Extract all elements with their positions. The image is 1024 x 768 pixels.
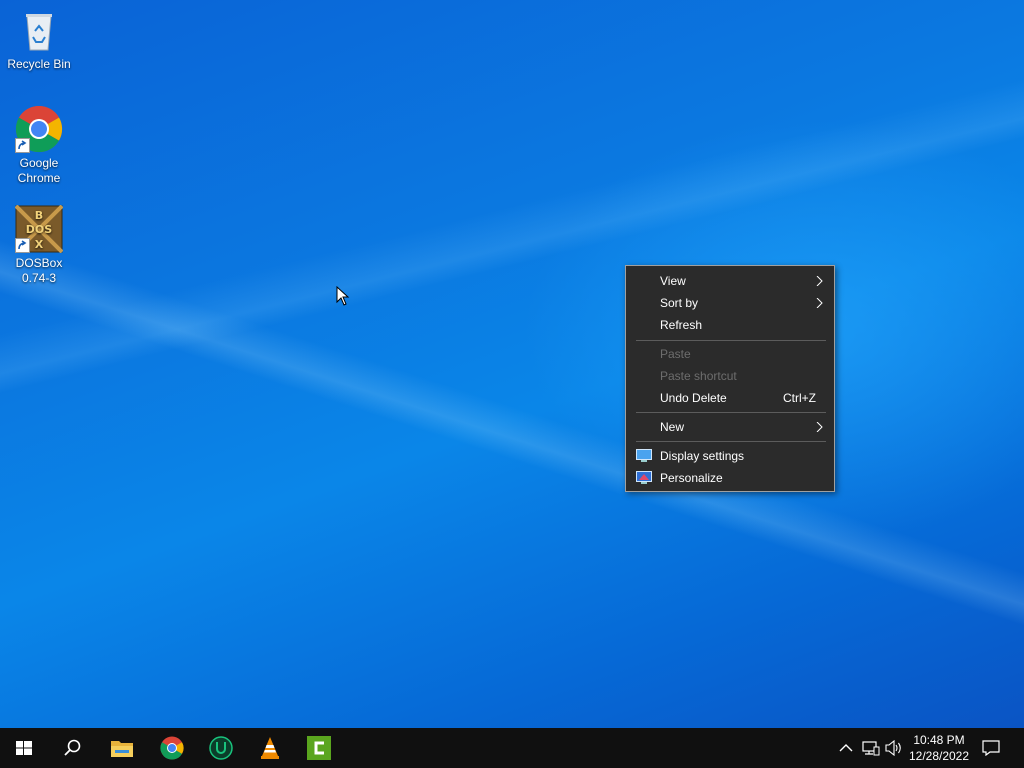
menu-item-label: Paste [660, 347, 691, 361]
google-chrome-shortcut[interactable]: Google Chrome [4, 105, 74, 186]
clock-time: 10:48 PM [913, 733, 965, 747]
svg-text:X: X [35, 238, 44, 251]
start-button[interactable] [0, 728, 48, 768]
mouse-cursor [336, 285, 350, 306]
clock[interactable]: 10:48 PM 12/28/2022 [904, 732, 974, 764]
menu-item-label: New [660, 420, 685, 434]
desktop-icon-label: DOSBox 0.74-3 [15, 256, 63, 285]
network-icon [862, 741, 880, 756]
volume-button[interactable] [883, 728, 905, 768]
start-icon [16, 741, 32, 755]
vlc-icon [261, 737, 279, 759]
desktop-icon-label: Recycle Bin [7, 57, 71, 71]
network-button[interactable] [860, 728, 882, 768]
taskbar: 10:48 PM 12/28/2022 [0, 728, 1024, 768]
menu-separator [636, 441, 826, 442]
chrome-icon [15, 105, 63, 153]
svg-text:DOS: DOS [26, 223, 52, 236]
menu-item-sort-by[interactable]: Sort by [626, 292, 834, 314]
display-settings-icon [636, 449, 652, 462]
menu-item-label: Refresh [660, 318, 703, 332]
chevron-up-icon [839, 744, 853, 752]
menu-item-label: Undo Delete [660, 391, 727, 405]
menu-item-new[interactable]: New [626, 416, 834, 438]
taskbar-file-explorer[interactable] [98, 728, 146, 768]
search-icon [64, 739, 81, 756]
taskbar-ultraviewer[interactable] [197, 728, 245, 768]
action-center-icon [982, 740, 1000, 756]
menu-item-label: Paste shortcut [660, 369, 737, 383]
menu-item-label: Display settings [660, 449, 745, 463]
camtasia-icon [307, 736, 331, 760]
taskbar-camtasia[interactable] [295, 728, 343, 768]
menu-item-label: View [660, 274, 686, 288]
show-hidden-icons-button[interactable] [836, 728, 858, 768]
chrome-icon [160, 736, 184, 760]
menu-item-personalize[interactable]: Personalize [626, 467, 834, 489]
chevron-right-icon [816, 298, 823, 308]
recycle-bin-shortcut[interactable]: Recycle Bin [4, 6, 74, 72]
menu-item-paste[interactable]: Paste [626, 343, 834, 365]
clock-date: 12/28/2022 [908, 749, 970, 763]
dosbox-icon: B DOS X [14, 204, 64, 254]
ultraviewer-icon [209, 736, 233, 760]
search-button[interactable] [48, 728, 96, 768]
dosbox-shortcut[interactable]: B DOS X DOSBox 0.74-3 [4, 204, 74, 286]
shortcut-arrow-icon [15, 138, 30, 153]
menu-item-shortcut: Ctrl+Z [783, 391, 816, 405]
action-center-button[interactable] [980, 728, 1004, 768]
desktop[interactable]: Recycle Bin Google Chrome B DOS X DOSBox… [0, 0, 1024, 728]
volume-icon [885, 740, 901, 756]
taskbar-chrome[interactable] [148, 728, 196, 768]
shortcut-arrow-icon [15, 238, 30, 253]
desktop-context-menu: View Sort by Refresh Paste Paste shortcu… [625, 265, 835, 492]
menu-item-display-settings[interactable]: Display settings [626, 445, 834, 467]
personalize-icon [636, 471, 652, 484]
chevron-right-icon [816, 422, 823, 432]
desktop-icon-label: Google Chrome [17, 156, 61, 185]
menu-item-label: Personalize [660, 471, 723, 485]
menu-item-undo-delete[interactable]: Undo Delete Ctrl+Z [626, 387, 834, 409]
menu-item-refresh[interactable]: Refresh [626, 314, 834, 336]
recycle-bin-icon [15, 6, 63, 54]
menu-item-paste-shortcut[interactable]: Paste shortcut [626, 365, 834, 387]
menu-item-label: Sort by [660, 296, 699, 310]
menu-item-view[interactable]: View [626, 270, 834, 292]
menu-separator [636, 340, 826, 341]
file-explorer-icon [111, 741, 133, 757]
svg-text:B: B [35, 209, 43, 222]
taskbar-vlc[interactable] [246, 728, 294, 768]
chevron-right-icon [816, 276, 823, 286]
menu-separator [636, 412, 826, 413]
